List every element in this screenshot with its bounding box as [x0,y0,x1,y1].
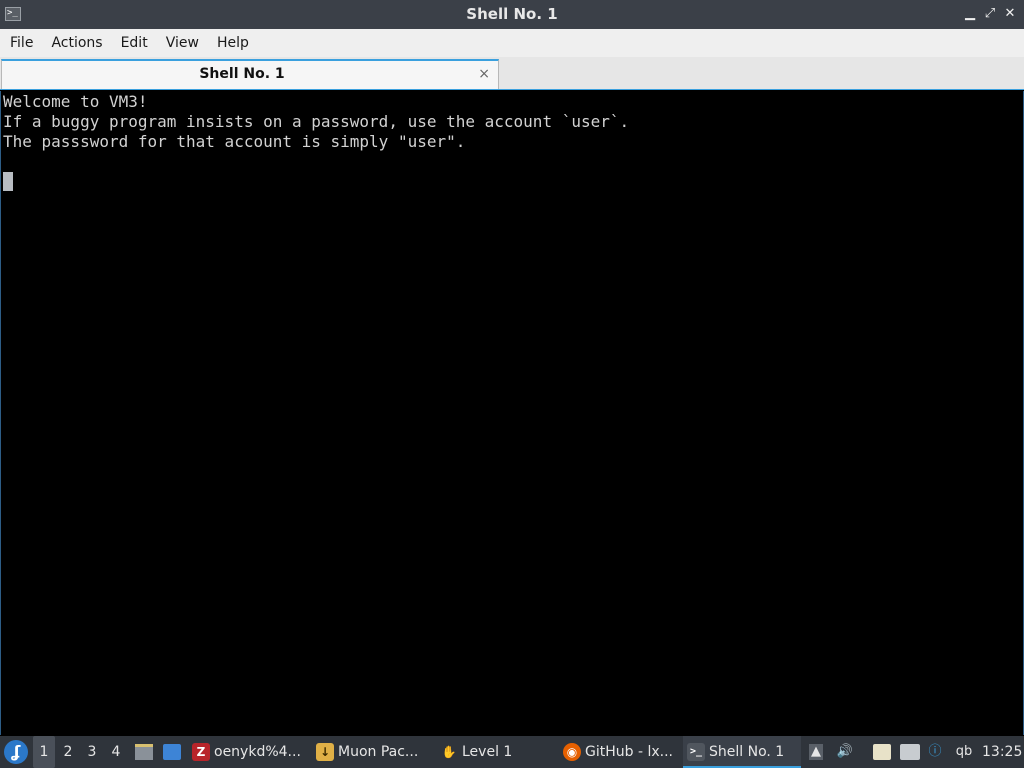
workspace-2[interactable]: 2 [57,736,79,768]
clipboard-icon[interactable] [873,744,891,760]
menu-file[interactable]: File [0,29,42,57]
taskbar: ʆ 1 2 3 4 Zoenykd%4... ↓ Muon Pac... ✋ Lev… [0,736,1024,768]
terminal-icon: >_ [687,743,705,761]
package-manager-icon: ↓ [316,743,334,761]
workspace-3[interactable]: 3 [81,736,103,768]
task-label: oenykd%4... [214,744,301,760]
menu-help[interactable]: Help [208,29,258,57]
restore-icon[interactable]: ⤢ [982,6,998,22]
task-shell-1[interactable]: >_ Shell No. 1 [683,736,801,768]
filezilla-icon: Z [192,743,210,761]
task-firefox-github[interactable]: ◉ GitHub - lx... [563,736,677,768]
show-desktop-icon[interactable] [163,744,181,760]
volume-icon[interactable]: 🔊 [836,744,854,760]
terminal-line: The passsword for that account is simply… [3,132,466,151]
level-icon: ✋ [441,745,457,759]
tray-scroll-icon[interactable]: ▲ [809,744,823,760]
close-icon[interactable]: ✕ [1002,6,1018,22]
tab-shell-1[interactable]: Shell No. 1 × [1,59,499,89]
workspace-4[interactable]: 4 [105,736,127,768]
terminal-line: Welcome to VM3! [3,92,148,111]
window-titlebar[interactable]: >_ Shell No. 1 ▁ ⤢ ✕ [0,0,1024,29]
tab-label: Shell No. 1 [199,66,285,82]
firefox-icon: ◉ [563,743,581,761]
file-manager-icon[interactable] [135,744,153,760]
start-menu-icon[interactable]: ʆ [4,740,28,764]
terminal-cursor [3,172,13,191]
workspace-1[interactable]: 1 [33,736,55,768]
task-muon[interactable]: ↓ Muon Pac... [316,736,426,768]
menu-actions[interactable]: Actions [42,29,111,57]
task-label: Shell No. 1 [709,744,785,760]
minimize-icon[interactable]: ▁ [962,6,978,22]
tab-bar: Shell No. 1 × [0,57,1024,90]
tab-close-icon[interactable]: × [478,64,490,84]
task-label: Muon Pac... [338,744,419,760]
menu-bar: File Actions Edit View Help [0,29,1024,57]
task-filezilla[interactable]: Zoenykd%4... [192,736,308,768]
task-level-1[interactable]: ✋ Level 1 [440,736,550,768]
window-title: Shell No. 1 [466,5,558,23]
terminal-line: If a buggy program insists on a password… [3,112,630,131]
menu-view[interactable]: View [157,29,208,57]
network-icon[interactable] [900,744,920,760]
menu-edit[interactable]: Edit [112,29,157,57]
task-label: Level 1 [462,744,513,760]
terminal-area[interactable]: Welcome to VM3! If a buggy program insis… [0,91,1024,735]
task-label: GitHub - lx... [585,744,673,760]
info-icon[interactable]: ⓘ [927,744,943,760]
qbittorrent-icon[interactable]: qb [952,744,976,760]
clock[interactable]: 13:25 [982,736,1022,768]
